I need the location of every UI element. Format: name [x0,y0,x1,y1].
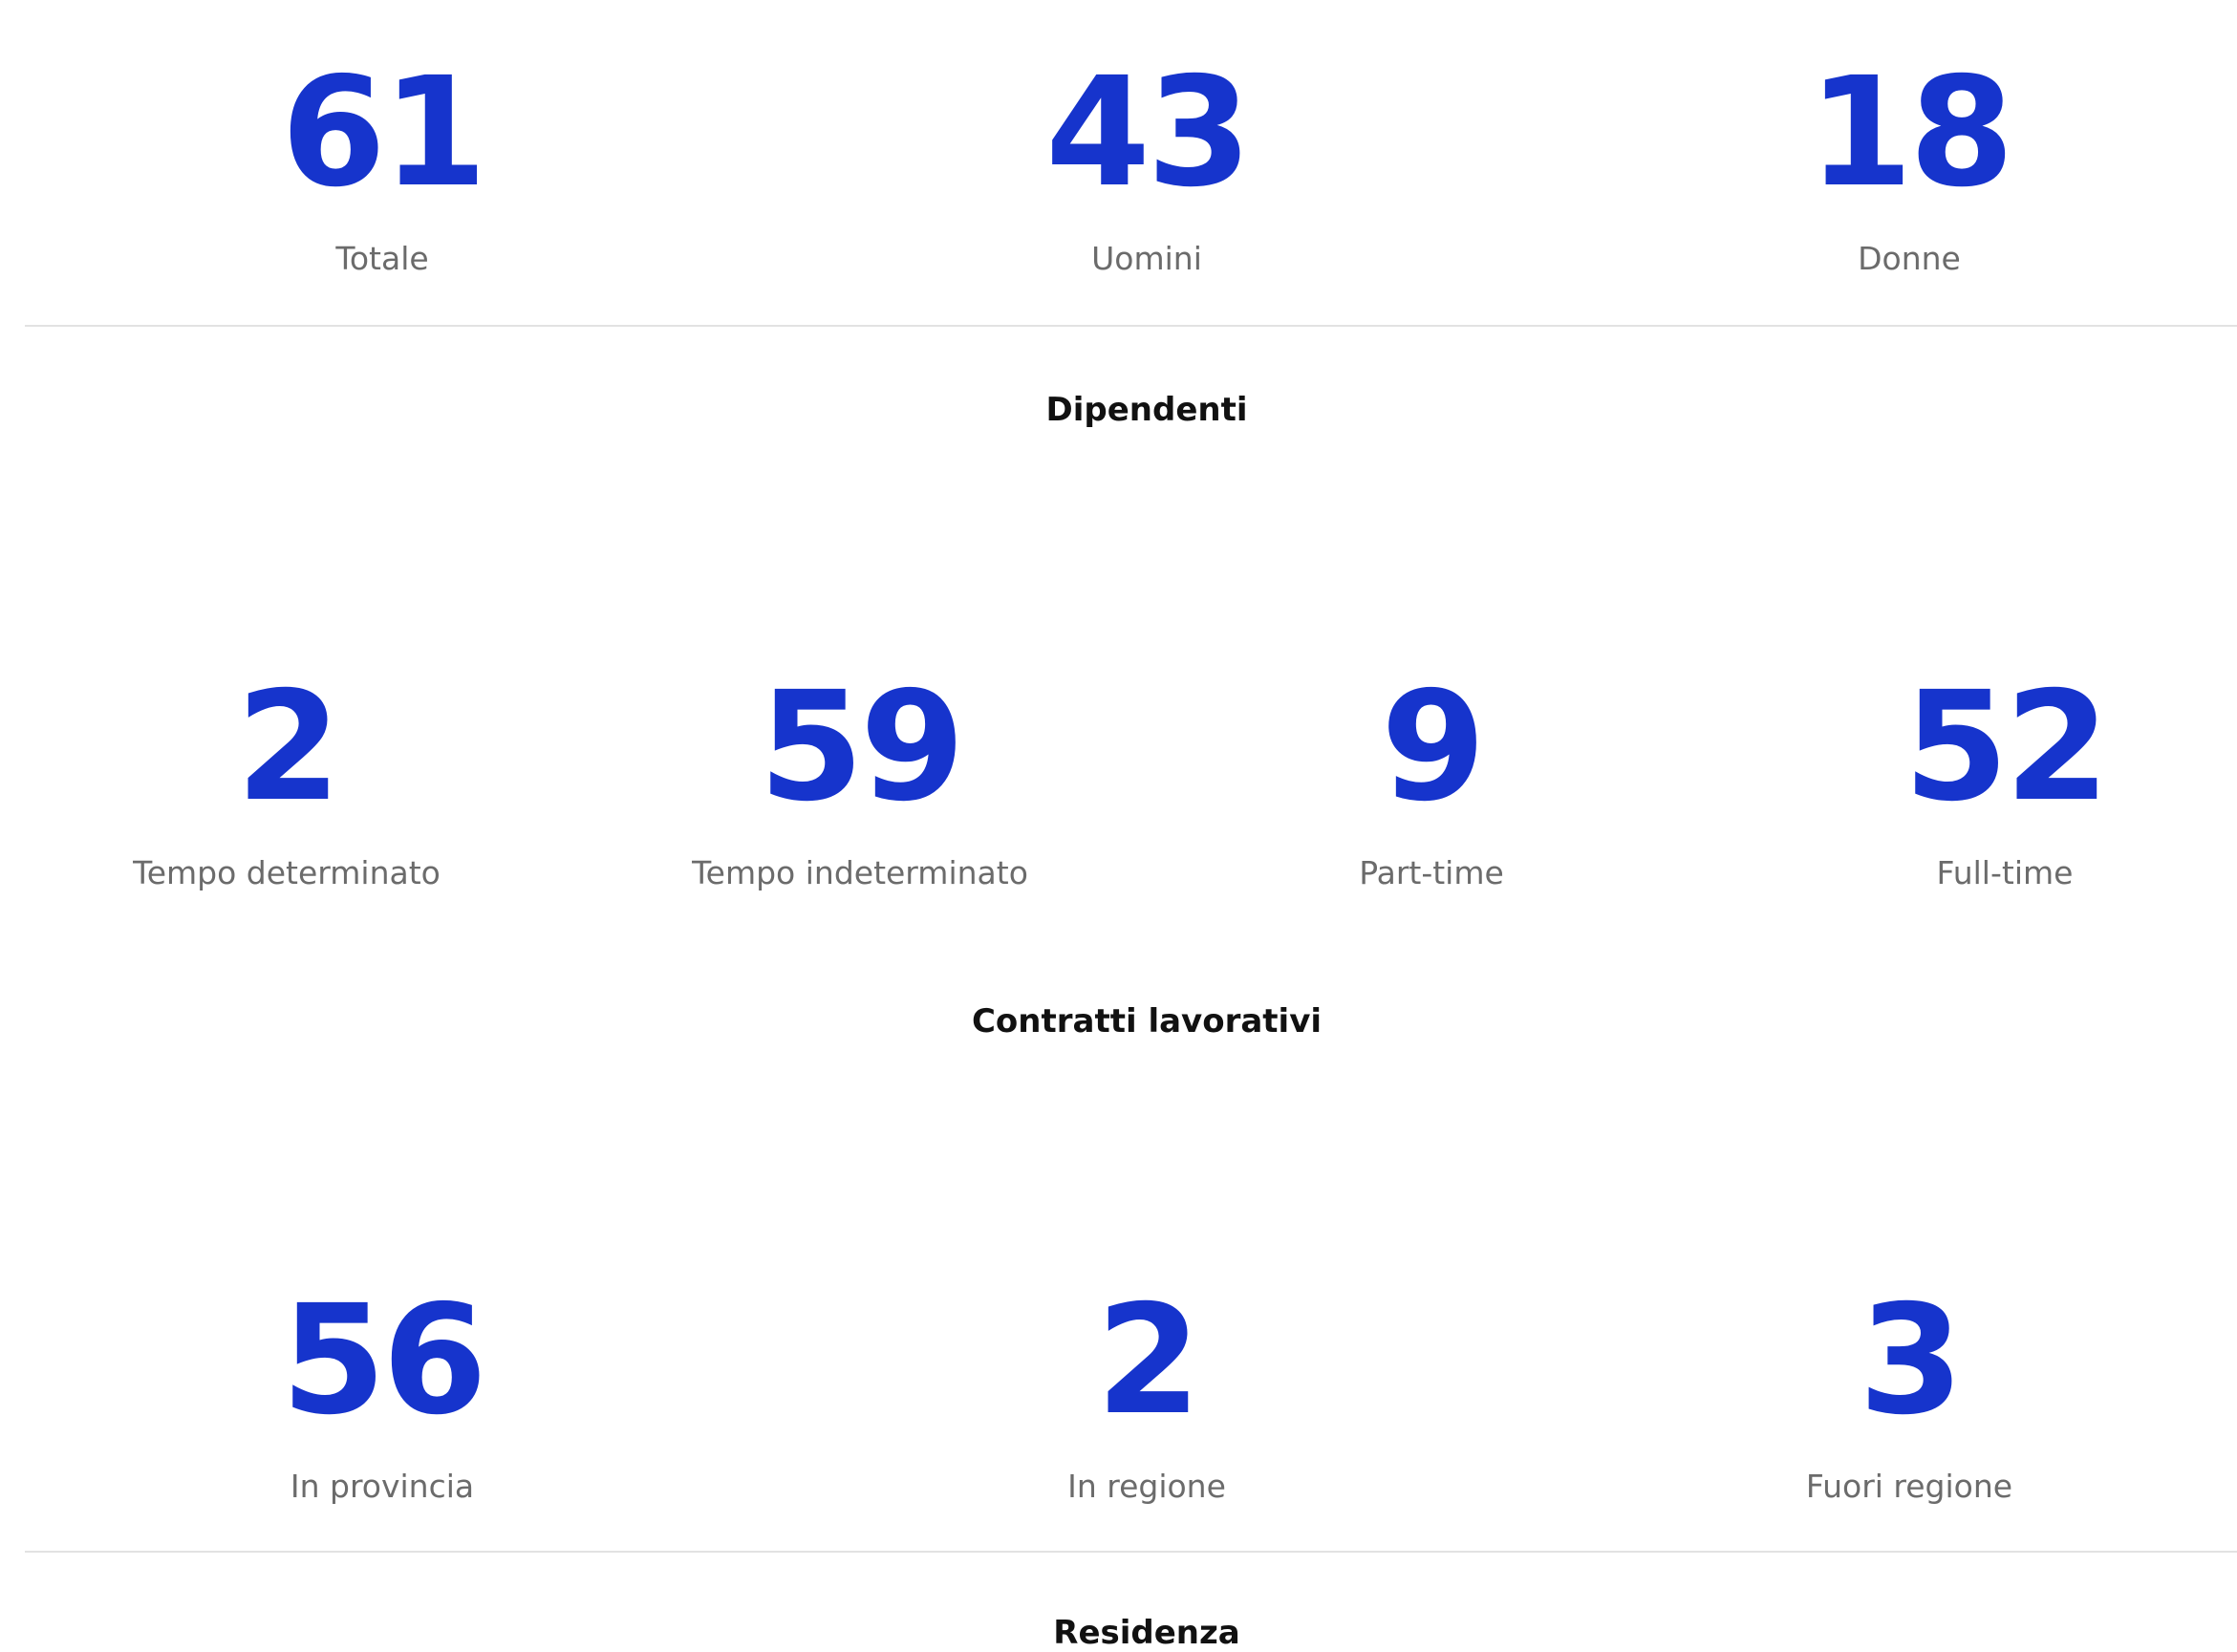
stat-value: 3 [1859,1273,1964,1448]
stat-value: 2 [1096,1273,1201,1448]
stat-in-provincia: 56 In provincia [281,1273,487,1505]
stat-label: In regione [1067,1468,1226,1505]
section-divider [25,1551,2237,1553]
residenza-section: 56 In provincia 2 In regione 3 Fuori reg… [0,0,2237,1649]
section-title: Residenza [1053,1614,1240,1652]
stat-in-regione: 2 In regione [1067,1285,1226,1502]
stat-label: In provincia [290,1468,475,1505]
stat-fuori-regione: 3 Fuori regione [1806,1285,2012,1502]
stat-label: Fuori regione [1805,1468,2013,1505]
stat-value: 56 [281,1273,487,1448]
